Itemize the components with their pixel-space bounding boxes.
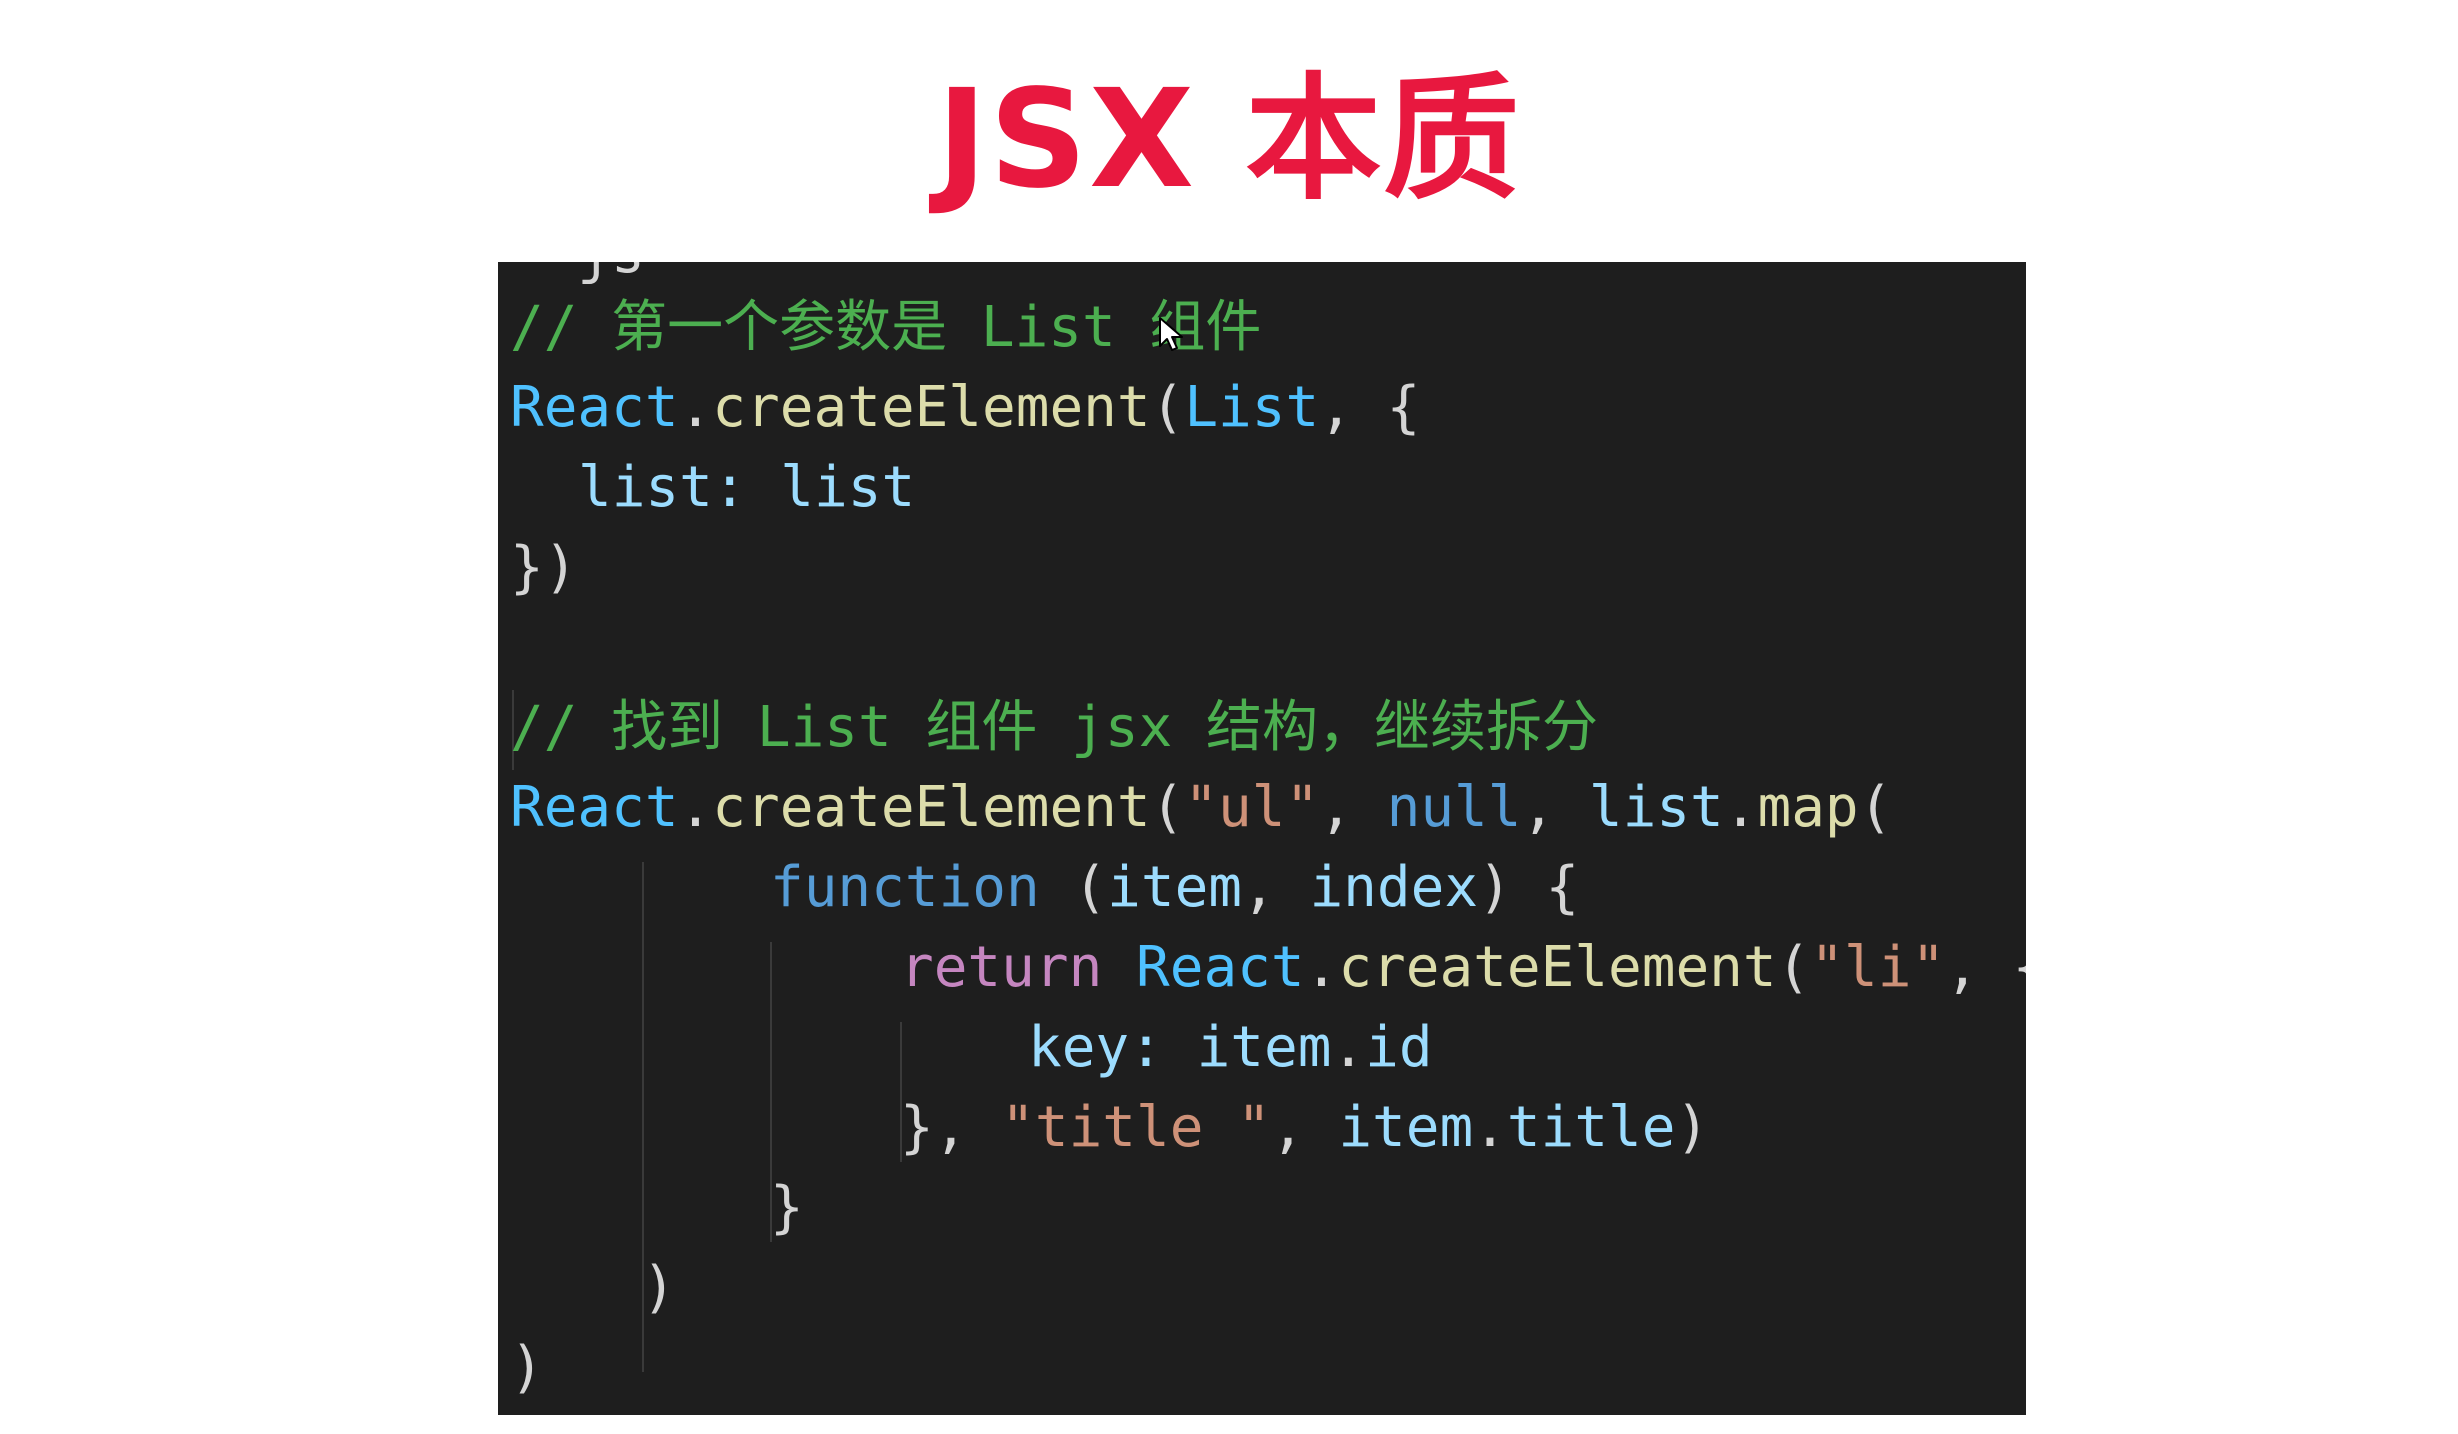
- code-line: }: [770, 1175, 804, 1240]
- code-token: ,: [1319, 775, 1387, 840]
- code-token: key:: [1028, 1015, 1163, 1080]
- code-token: title: [1506, 1095, 1676, 1160]
- code-line: }): [510, 535, 578, 600]
- slide-title: JSX 本质: [936, 61, 1522, 219]
- code-token: "li": [1810, 935, 1946, 1000]
- code-token: React: [1136, 935, 1305, 1000]
- code-token: "ul": [1184, 775, 1320, 840]
- code-token: list: [1588, 775, 1724, 840]
- code-token: , {: [1319, 375, 1421, 440]
- code-token: ,: [1242, 855, 1310, 920]
- code-token: (: [1150, 375, 1185, 440]
- code-token: return: [900, 935, 1103, 1000]
- mouse-pointer-icon: [1159, 317, 1183, 351]
- code-token: createElement: [1338, 935, 1777, 1000]
- code-token: list: [780, 455, 916, 520]
- code-token: .: [678, 375, 713, 440]
- code-token: item: [1107, 855, 1243, 920]
- code-token: , {: [1945, 935, 2026, 1000]
- code-comment: // 第一个参数是 List 组件: [510, 295, 1262, 360]
- code-line: }, "title ", item.title): [900, 1088, 1709, 1168]
- code-token: index: [1309, 855, 1479, 920]
- code-token: (: [1776, 935, 1811, 1000]
- code-comment: // 找到 List 组件 jsx 结构，继续拆分: [510, 695, 1599, 760]
- code-token: null: [1386, 775, 1522, 840]
- code-token: ,: [1270, 1095, 1339, 1160]
- code-token: .: [1473, 1095, 1507, 1160]
- code-line: ): [642, 1255, 676, 1320]
- code-line: React.createElement(List, {: [510, 368, 1420, 448]
- code-token: List: [1184, 375, 1320, 440]
- code-token: id: [1365, 1015, 1433, 1080]
- code-line: function (item, index) {: [770, 848, 1579, 928]
- code-token: .: [1304, 935, 1339, 1000]
- code-token: "title ": [1001, 1095, 1271, 1160]
- code-token: createElement: [712, 375, 1151, 440]
- code-line: ): [510, 1335, 544, 1400]
- code-token: .: [678, 775, 713, 840]
- slide: JSX 本质 js // 第一个参数是 List 组件 React.create…: [0, 0, 2458, 1434]
- code-block: js // 第一个参数是 List 组件 React.createElement…: [498, 262, 2026, 1415]
- code-token: function: [770, 855, 1040, 920]
- code-token: list:: [578, 455, 747, 520]
- code-token: map: [1757, 775, 1859, 840]
- code-token: React: [510, 775, 679, 840]
- code-token: createElement: [712, 775, 1151, 840]
- code-line: return React.createElement("li", {: [900, 928, 2026, 1008]
- code-token: .: [1331, 1015, 1366, 1080]
- code-line: React.createElement("ul", null, list.map…: [510, 768, 1892, 848]
- code-token: ): [1675, 1095, 1710, 1160]
- code-line: list: list: [578, 448, 915, 528]
- code-token: },: [900, 1095, 1002, 1160]
- code-token: item: [1338, 1095, 1474, 1160]
- code-line: key: item.id: [1028, 1008, 1433, 1088]
- code-token: (: [1150, 775, 1185, 840]
- code-token: ) {: [1478, 855, 1580, 920]
- code-token: item: [1196, 1015, 1332, 1080]
- code-token: .: [1723, 775, 1758, 840]
- code-token: ,: [1521, 775, 1589, 840]
- code-token: (: [1039, 855, 1108, 920]
- code-token: (: [1858, 775, 1893, 840]
- code-token: React: [510, 375, 679, 440]
